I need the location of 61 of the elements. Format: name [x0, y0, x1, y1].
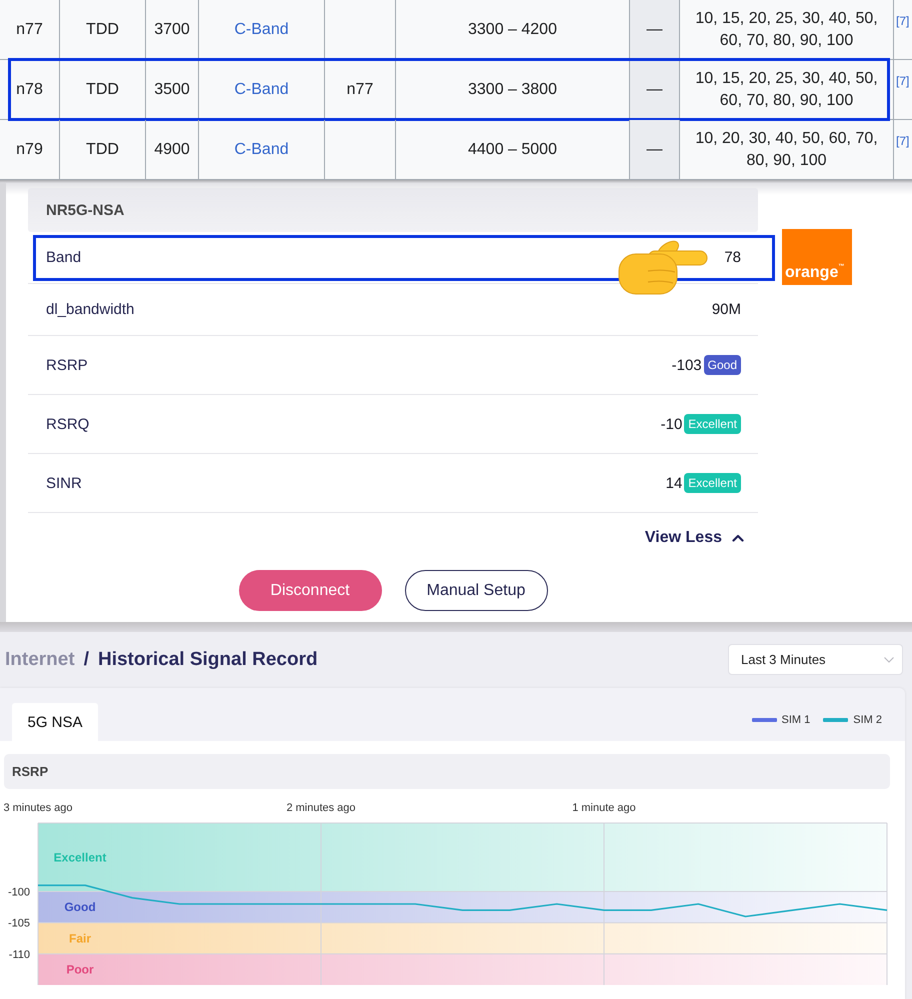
legend-label: SIM 1: [782, 714, 810, 726]
chevron-down-icon: [884, 656, 894, 662]
breadcrumb-separator: /: [84, 648, 89, 670]
section-header: NR5G-NSA: [28, 188, 758, 232]
field-value: 90M: [712, 301, 741, 318]
field-value: 14: [666, 474, 682, 492]
table-cell: n79: [0, 120, 60, 179]
table-cell: TDD: [60, 60, 146, 119]
chevron-up-icon: [732, 534, 744, 542]
quality-badge: Excellent: [684, 473, 741, 493]
axis-tick-label: -100: [8, 886, 30, 899]
zone-label: Excellent: [54, 850, 106, 864]
table-cell: 10, 15, 20, 25, 30, 40, 50, 60, 70, 80, 90, 100: [680, 0, 894, 59]
table-cell: —: [630, 60, 680, 119]
table-cell: 3500: [146, 60, 199, 119]
axis-tick-label: 2 minutes ago: [286, 802, 356, 814]
logo-text: orange$^{™}$: [785, 262, 844, 282]
table-cell: n77: [325, 60, 396, 119]
table-cell: —: [630, 120, 680, 179]
reference-link[interactable]: [7]: [896, 14, 910, 28]
table-cell: 3700: [146, 0, 199, 59]
axis-tick-label: -110: [8, 948, 30, 961]
legend-label: SIM 2: [853, 714, 882, 726]
table-cell: TDD: [60, 0, 146, 59]
axis-tick-label: 3 minutes ago: [3, 802, 73, 814]
axis-tick-label: 1 minute ago: [572, 802, 636, 814]
field-label: SINR: [46, 474, 82, 492]
disconnect-button[interactable]: Disconnect: [238, 570, 382, 611]
field-value: -103: [672, 356, 702, 374]
quality-badge: Excellent: [684, 414, 741, 434]
zone-label: Fair: [69, 931, 91, 946]
view-less-toggle[interactable]: View Less: [644, 529, 744, 547]
breadcrumb-link[interactable]: Internet: [5, 648, 75, 670]
band-link[interactable]: C-Band: [234, 138, 289, 160]
zone-label: Poor: [66, 962, 94, 976]
table-cell: 4900: [146, 120, 199, 179]
range-select[interactable]: Last 3 Minutes: [728, 644, 903, 675]
reference-link[interactable]: [7]: [896, 134, 910, 148]
axis-tick-label: -105: [8, 918, 30, 930]
band-link[interactable]: C-Band: [234, 18, 289, 40]
field-value: -10: [660, 416, 682, 432]
table-cell: TDD: [60, 120, 146, 179]
table-cell: 10, 15, 20, 25, 30, 40, 50, 60, 70, 80, 90, 100: [680, 60, 894, 119]
table-cell: 10, 20, 30, 40, 50, 60, 70, 80, 90, 100: [680, 120, 894, 179]
field-label: RSRQ: [46, 416, 90, 432]
field-value: 78: [724, 249, 741, 266]
zone-label: Good: [64, 900, 96, 914]
quality-badge: Good: [704, 355, 741, 375]
table-cell: —: [630, 0, 680, 59]
reference-link[interactable]: [7]: [896, 74, 910, 88]
page-title: Historical Signal Record: [98, 648, 318, 670]
field-label: dl_bandwidth: [46, 301, 134, 318]
chart-title: RSRP: [4, 754, 890, 789]
field-label: RSRP: [46, 356, 88, 374]
table-cell: n78: [0, 60, 60, 119]
field-label: Band: [46, 249, 82, 266]
chart-tab[interactable]: 5G NSA: [12, 703, 98, 741]
pointing-hand-icon: [618, 238, 708, 295]
band-link[interactable]: C-Band: [234, 78, 289, 100]
setup-button[interactable]: Manual Setup: [404, 570, 548, 611]
table-cell: n77: [0, 0, 60, 59]
